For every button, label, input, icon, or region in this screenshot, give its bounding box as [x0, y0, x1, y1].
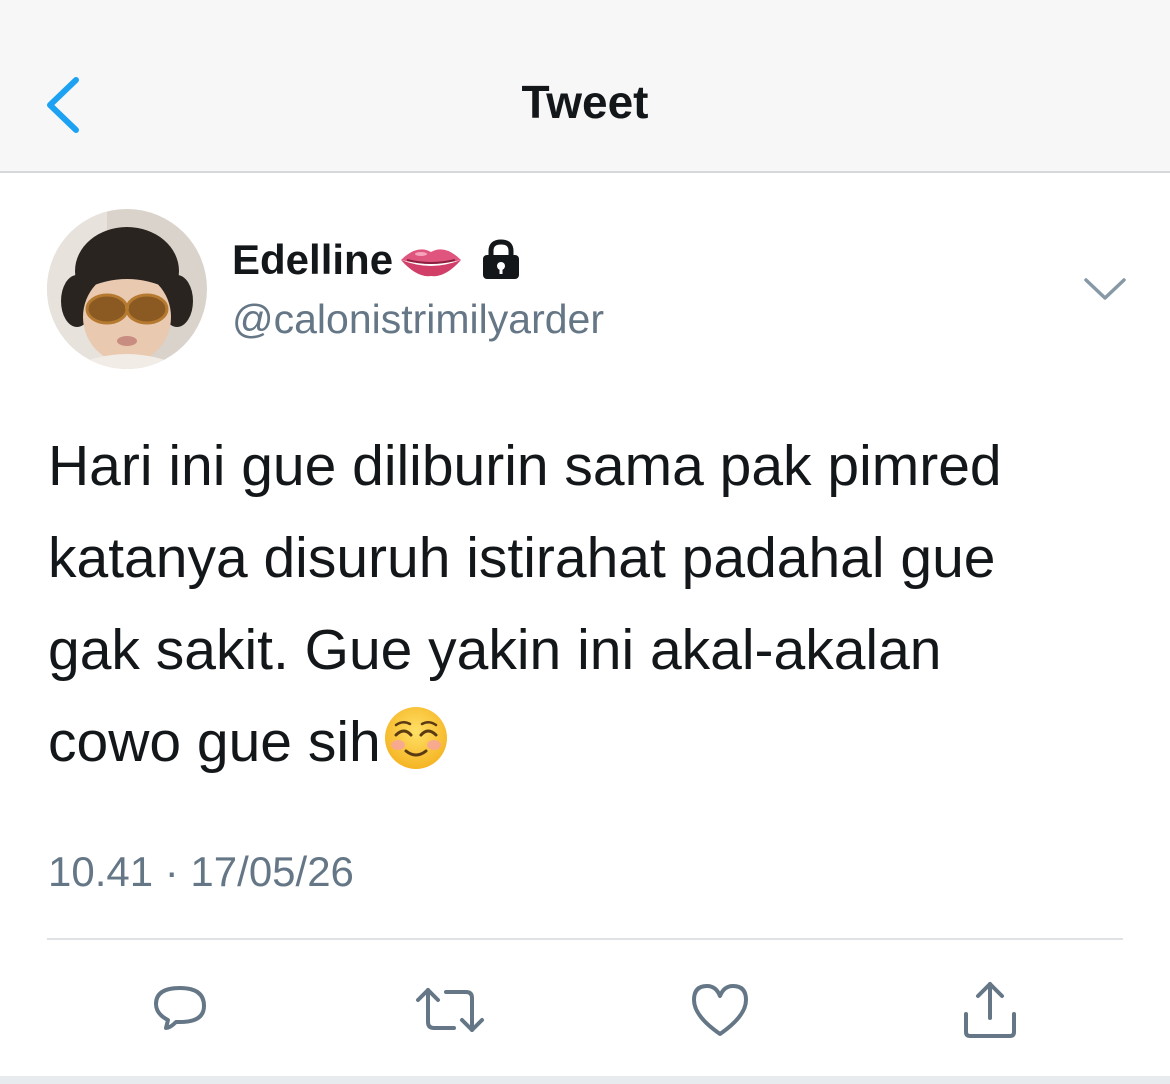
tweet-text-line: Hari ini gue diliburin sama pak pimred: [48, 434, 1002, 498]
divider: [47, 938, 1123, 940]
bottom-edge: [0, 1076, 1170, 1084]
tweet-actions-bar: [0, 970, 1170, 1050]
navigation-header: Tweet: [0, 0, 1170, 173]
avatar[interactable]: [47, 209, 207, 369]
chevron-down-icon: [1084, 278, 1126, 300]
tweet-menu-button[interactable]: [1082, 274, 1128, 304]
like-button[interactable]: [680, 970, 760, 1050]
tweet-timestamp: 10.41 · 17/05/26: [48, 848, 354, 895]
share-button[interactable]: [950, 970, 1030, 1050]
lock-icon: [483, 239, 520, 279]
like-icon: [692, 984, 748, 1036]
author-name-row: Edelline: [232, 236, 523, 284]
tweet-text-line: katanya disuruh istirahat padahal gue: [48, 526, 996, 590]
tweet-text: Hari ini gue diliburin sama pak pimred k…: [48, 420, 1128, 788]
author-handle[interactable]: @calonistrimilyarder: [232, 296, 604, 343]
tweet-text-line: cowo gue sih: [48, 710, 381, 774]
tweet-text-last-line: cowo gue sih: [48, 696, 1128, 788]
tweet-text-line: gak sakit. Gue yakin ini akal-akalan: [48, 618, 942, 682]
author-display-name[interactable]: Edelline: [232, 236, 393, 284]
retweet-button[interactable]: [410, 970, 490, 1050]
retweet-icon: [416, 988, 484, 1032]
reply-icon: [154, 986, 206, 1030]
page-title: Tweet: [521, 76, 649, 128]
lips-emoji-icon: [401, 249, 462, 277]
share-icon: [964, 982, 1016, 1038]
smiling-face-emoji-icon: [384, 707, 447, 769]
reply-button[interactable]: [140, 970, 220, 1050]
